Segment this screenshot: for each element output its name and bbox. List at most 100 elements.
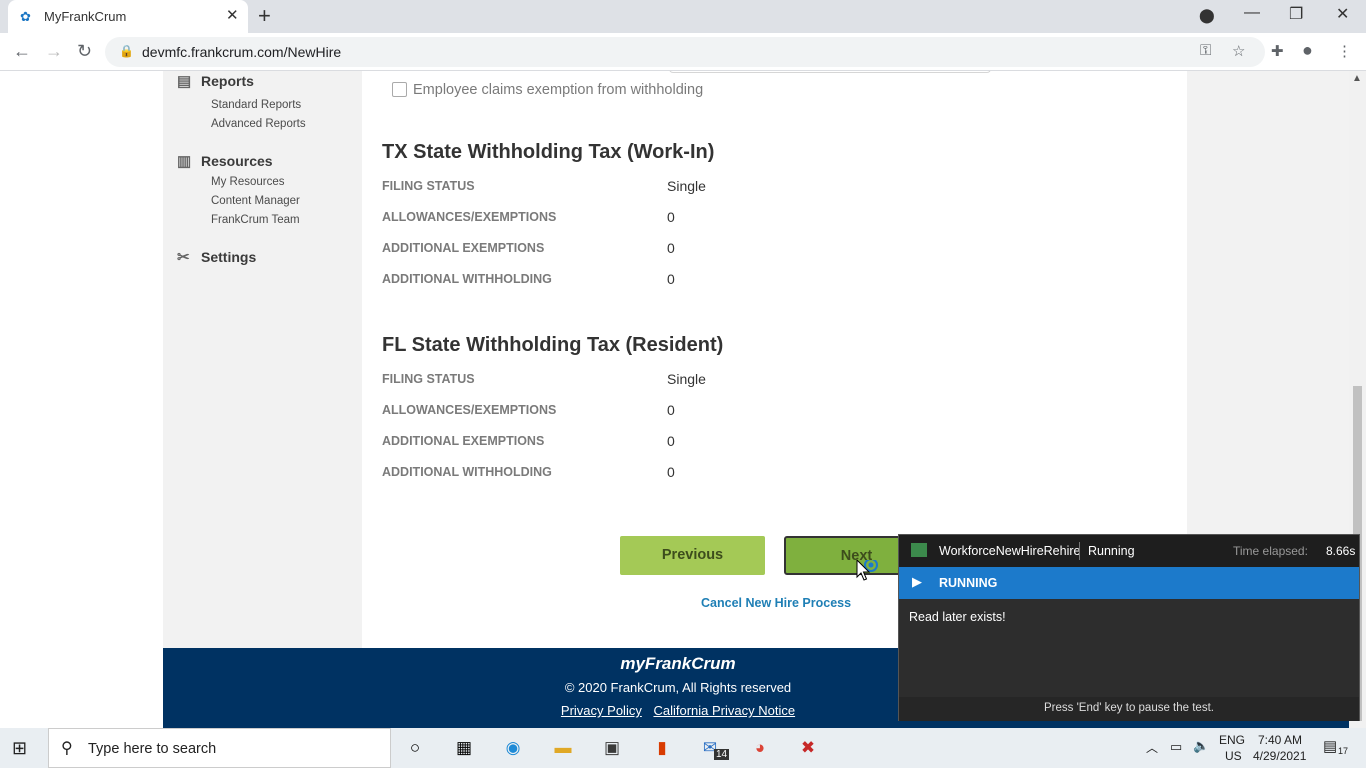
close-tab-icon[interactable]: ✕ [226,6,239,24]
ranorex-icon[interactable]: ✖ [795,735,821,761]
field-value: 0 [667,209,675,225]
sidebar-item-my-resources[interactable]: My Resources [211,176,285,188]
language-label[interactable]: ENG [1219,733,1245,747]
privacy-policy-link[interactable]: Privacy Policy [561,703,642,718]
scroll-up-arrow-icon[interactable]: ▲ [1352,73,1362,84]
resources-icon: ▥ [177,153,192,170]
frankcrum-favicon-icon: ✿ [20,9,31,24]
sidebar-item-standard-reports[interactable]: Standard Reports [211,99,301,111]
play-icon: ▶ [912,574,922,589]
field-value: 0 [667,402,675,418]
runner-message: Read later exists! [909,610,1006,624]
volume-icon[interactable]: 🔈 [1193,738,1209,754]
address-bar[interactable]: 🔒 devmfc.frankcrum.com/NewHire [105,37,1265,67]
extensions-icon[interactable]: ✚ [1271,42,1284,60]
time-elapsed-label: Time elapsed: [1233,544,1308,558]
tx-withholding-title: TX State Withholding Tax (Work-In) [382,141,715,163]
left-gutter [0,71,163,728]
network-icon[interactable]: ▭ [1170,739,1182,755]
taskbar-search-box[interactable]: ⚲ Type here to search [48,728,391,768]
new-tab-icon[interactable]: + [258,3,271,29]
field-value: 0 [667,271,675,287]
mail-badge: 14 [714,749,730,760]
search-icon: ⚲ [61,740,73,757]
browser-menu-icon[interactable]: ⋮ [1337,42,1352,60]
runner-header: WorkforceNewHireRehire Running Time elap… [899,535,1359,567]
sidebar-heading-label: Reports [201,73,254,89]
previous-button[interactable]: Previous [620,536,765,575]
exemption-checkbox-label: Employee claims exemption from withholdi… [413,82,704,98]
notification-count: 17 [1338,746,1349,756]
runner-status-text: RUNNING [939,576,998,590]
input-field-bottom-edge[interactable] [669,71,991,73]
sidebar-item-advanced-reports[interactable]: Advanced Reports [211,118,306,130]
lock-icon: 🔒 [119,44,134,58]
minimize-icon[interactable]: — [1244,4,1260,22]
windows-start-icon[interactable]: ⊞ [12,738,27,759]
sidebar-item-content-manager[interactable]: Content Manager [211,195,300,207]
taskbar-search-placeholder: Type here to search [88,741,217,757]
field-value: 0 [667,464,675,480]
field-label: ADDITIONAL EXEMPTIONS [382,434,545,448]
field-value: 0 [667,433,675,449]
back-icon[interactable]: ← [13,41,31,62]
store-icon[interactable]: ▣ [599,735,625,761]
time-elapsed-value: 8.66s [1326,544,1356,558]
runner-test-name: WorkforceNewHireRehire [939,544,1081,558]
settings-tools-icon: ✂ [177,249,190,266]
browser-tab-bar: ✿ MyFrankCrum ✕ + ⬤ — ❐ ✕ [0,0,1366,33]
cortana-icon[interactable]: ○ [402,735,428,761]
sidebar-heading-label: Resources [201,153,273,169]
file-explorer-icon[interactable]: ▬ [550,735,576,761]
sidebar-section-settings[interactable]: ✂ Settings [177,248,256,266]
tab-title: MyFrankCrum [44,9,127,24]
sidebar-heading-label: Settings [201,249,257,265]
profile-menu-icon[interactable]: ⬤ [1199,7,1215,24]
fl-withholding-title: FL State Withholding Tax (Resident) [382,334,724,356]
clock-time[interactable]: 7:40 AM [1258,733,1302,747]
restore-icon[interactable]: ❐ [1289,4,1303,24]
sidebar: ▤ Reports Standard Reports Advanced Repor… [163,71,362,648]
bookmark-star-icon[interactable]: ☆ [1232,42,1245,60]
runner-state: Running [1088,544,1135,558]
office-icon[interactable]: ▮ [649,735,675,761]
field-value: 0 [667,240,675,256]
url-text: devmfc.frankcrum.com/NewHire [142,44,342,60]
edge-icon[interactable]: ◉ [500,735,526,761]
test-runner-panel: WorkforceNewHireRehire Running Time elap… [898,534,1360,721]
field-label: FILING STATUS [382,179,475,193]
key-icon[interactable]: ⚿ [1200,42,1211,59]
test-suite-icon [911,543,927,557]
mouse-cursor-icon [856,558,884,591]
field-label: ALLOWANCES/EXEMPTIONS [382,403,557,417]
sidebar-section-reports[interactable]: ▤ Reports [177,72,254,90]
field-value: Single [667,178,706,194]
browser-toolbar: ← → ↻ 🔒 devmfc.frankcrum.com/NewHire ⚿ ☆… [0,33,1366,71]
exemption-checkbox[interactable] [392,82,407,97]
sidebar-section-resources[interactable]: ▥ Resources [177,152,273,170]
runner-footer: Press 'End' key to pause the test. [899,697,1359,721]
runner-hint: Press 'End' key to pause the test. [1044,702,1214,714]
field-label: ADDITIONAL WITHHOLDING [382,272,552,286]
reports-icon: ▤ [177,73,192,90]
sidebar-item-frankcrum-team[interactable]: FrankCrum Team [211,214,300,226]
browser-tab[interactable]: ✿ MyFrankCrum ✕ [8,0,248,33]
clock-date: 4/29/2021 [1253,749,1307,763]
runner-separator [1079,542,1080,560]
field-label: ALLOWANCES/EXEMPTIONS [382,210,557,224]
california-privacy-link[interactable]: California Privacy Notice [653,703,795,718]
region-label: US [1225,749,1242,763]
field-value: Single [667,371,706,387]
close-window-icon[interactable]: ✕ [1336,4,1349,24]
field-label: FILING STATUS [382,372,475,386]
windows-taskbar: ⊞ ⚲ Type here to search ○ ▦ ◉ ▬ ▣ ▮ ✉ 14… [0,728,1366,768]
exemption-checkbox-row[interactable]: Employee claims exemption from withholdi… [392,82,703,98]
profile-avatar-icon[interactable]: ● [1302,40,1313,61]
chrome-icon[interactable]: ◕ [747,735,773,761]
reload-icon[interactable]: ↻ [77,41,92,62]
notifications-icon[interactable]: ▤ [1323,737,1337,755]
cancel-new-hire-link[interactable]: Cancel New Hire Process [701,596,851,610]
forward-icon[interactable]: → [45,41,63,62]
tray-chevron-icon[interactable]: ︿ [1146,739,1158,756]
task-view-icon[interactable]: ▦ [451,735,477,761]
